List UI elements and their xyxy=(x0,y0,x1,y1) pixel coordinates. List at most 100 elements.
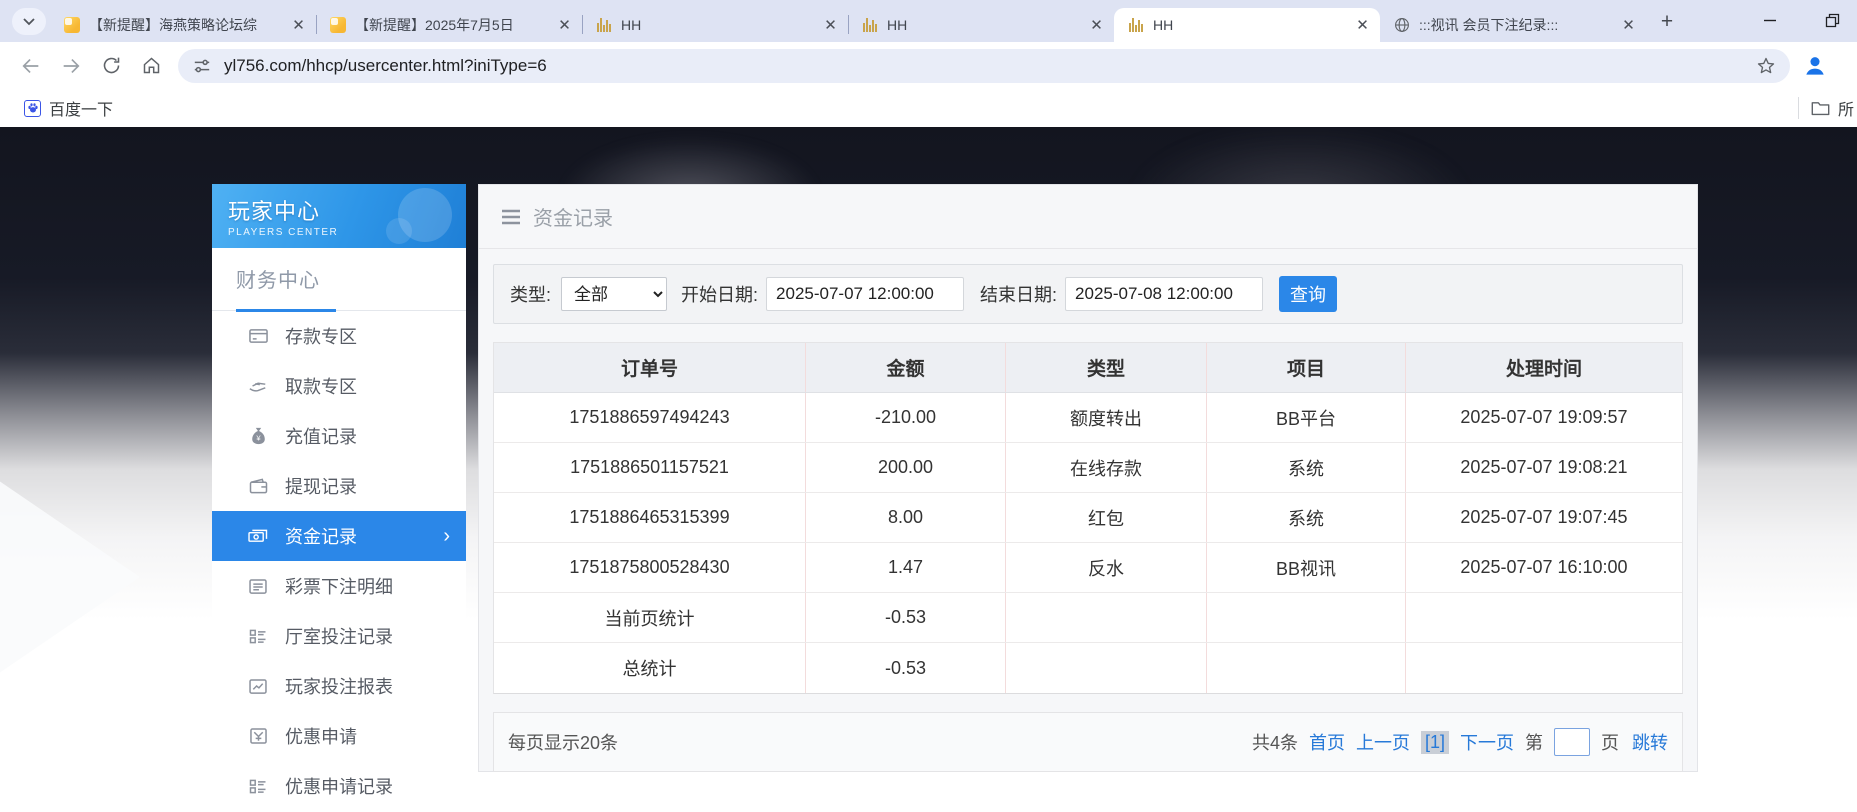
new-tab-button[interactable]: + xyxy=(1652,8,1682,36)
browser-tab[interactable]: HH✕ xyxy=(1114,8,1380,42)
table-cell: 2025-07-07 19:07:45 xyxy=(1405,493,1682,542)
table-cell: 1751886501157521 xyxy=(494,443,805,492)
chat-icon xyxy=(330,17,346,33)
jump-page-input[interactable] xyxy=(1554,728,1590,756)
table-cell: 2025-07-07 19:09:57 xyxy=(1405,393,1682,442)
chat-icon xyxy=(64,17,80,33)
tab-close-button[interactable]: ✕ xyxy=(1087,16,1106,35)
tab-close-button[interactable]: ✕ xyxy=(555,16,574,35)
sidebar-item-充值记录[interactable]: ¥充值记录 xyxy=(212,411,466,461)
hh-logo-icon xyxy=(597,18,611,32)
forward-button[interactable] xyxy=(54,49,88,83)
table-cell: -0.53 xyxy=(805,643,1005,693)
tab-search-button[interactable] xyxy=(12,8,46,35)
table-row: 当前页统计-0.53 xyxy=(494,593,1682,643)
first-page-link[interactable]: 首页 xyxy=(1309,729,1345,755)
table-cell: 2025-07-07 19:08:21 xyxy=(1405,443,1682,492)
table-cell: 反水 xyxy=(1005,543,1206,592)
browser-tab[interactable]: 【新提醒】2025年7月5日✕ xyxy=(316,8,582,42)
table-cell: 1.47 xyxy=(805,543,1005,592)
tab-strip: 【新提醒】海燕策略论坛综✕【新提醒】2025年7月5日✕HH✕HH✕HH✕:::… xyxy=(0,0,1857,42)
profile-avatar[interactable] xyxy=(1802,53,1828,79)
funds-table: 订单号金额类型项目处理时间1751886597494243-210.00额度转出… xyxy=(493,342,1683,694)
sidebar-banner: 玩家中心 PLAYERS CENTER xyxy=(212,184,466,248)
table-cell: 200.00 xyxy=(805,443,1005,492)
home-button[interactable] xyxy=(134,49,168,83)
table-cell: -210.00 xyxy=(805,393,1005,442)
browser-tab[interactable]: 【新提醒】海燕策略论坛综✕ xyxy=(50,8,316,42)
withdraw-hand-icon xyxy=(248,376,268,396)
table-row: 17518864653153998.00红包系统2025-07-07 19:07… xyxy=(494,493,1682,543)
table-cell: 总统计 xyxy=(494,643,805,693)
promo-list-icon xyxy=(248,776,268,796)
table-cell: 8.00 xyxy=(805,493,1005,542)
table-cell: -0.53 xyxy=(805,593,1005,642)
browser-tab[interactable]: HH✕ xyxy=(848,8,1114,42)
sidebar-item-label: 厅室投注记录 xyxy=(285,623,393,649)
sidebar-item-资金记录[interactable]: 资金记录› xyxy=(212,511,466,561)
bookmarks-bar: 百度一下 所 xyxy=(0,89,1857,127)
back-button[interactable] xyxy=(14,49,48,83)
sidebar-item-优惠申请[interactable]: 优惠申请 xyxy=(212,711,466,761)
browser-tab[interactable]: :::视讯 会员下注纪录:::✕ xyxy=(1380,8,1646,42)
tab-divider xyxy=(582,15,583,34)
start-date-input[interactable] xyxy=(766,277,964,311)
sidebar-item-label: 取款专区 xyxy=(285,373,357,399)
bookmark-label: 百度一下 xyxy=(49,96,113,120)
tab-title: HH xyxy=(887,17,1087,33)
table-cell: 当前页统计 xyxy=(494,593,805,642)
restore-button[interactable] xyxy=(1815,5,1849,35)
sidebar-item-厅室投注记录[interactable]: 厅室投注记录 xyxy=(212,611,466,661)
address-bar[interactable]: yl756.com/hhcp/usercenter.html?iniType=6 xyxy=(178,49,1790,83)
webpage-viewport: 玩家中心 PLAYERS CENTER 财务中心 存款专区取款专区¥充值记录提现… xyxy=(0,127,1857,812)
minimize-icon xyxy=(1763,13,1777,27)
end-date-label: 结束日期: xyxy=(980,281,1057,307)
all-bookmarks-label: 所 xyxy=(1838,96,1854,120)
tab-title: HH xyxy=(621,17,821,33)
all-bookmarks-button[interactable]: 所 xyxy=(1811,96,1857,120)
jump-button[interactable]: 跳转 xyxy=(1632,729,1668,755)
tab-title: 【新提醒】2025年7月5日 xyxy=(355,15,555,35)
prev-page-link[interactable]: 上一页 xyxy=(1356,729,1410,755)
table-cell xyxy=(1206,643,1405,693)
table-cell xyxy=(1206,593,1405,642)
url-text[interactable]: yl756.com/hhcp/usercenter.html?iniType=6 xyxy=(224,56,1752,76)
tab-divider xyxy=(848,15,849,34)
deposit-card-icon xyxy=(248,326,268,346)
tab-title: HH xyxy=(1153,17,1353,33)
gamepad-decor-icon xyxy=(386,218,412,244)
table-cell: 1751875800528430 xyxy=(494,543,805,592)
sidebar-item-取款专区[interactable]: 取款专区 xyxy=(212,361,466,411)
bookmark-item-baidu[interactable]: 百度一下 xyxy=(24,96,113,120)
table-cell xyxy=(1405,643,1682,693)
report-chart-icon xyxy=(248,676,268,696)
list-detail-icon xyxy=(248,576,268,596)
reload-button[interactable] xyxy=(94,49,128,83)
browser-tab[interactable]: HH✕ xyxy=(582,8,848,42)
site-settings-button[interactable] xyxy=(190,49,214,83)
tab-divider xyxy=(316,15,317,34)
minimize-button[interactable] xyxy=(1753,5,1787,35)
tab-close-button[interactable]: ✕ xyxy=(1353,16,1372,35)
type-select[interactable]: 全部 xyxy=(561,277,667,311)
tab-title: :::视讯 会员下注纪录::: xyxy=(1419,15,1619,35)
column-header: 金额 xyxy=(805,343,1005,392)
sidebar-item-玩家投注报表[interactable]: 玩家投注报表 xyxy=(212,661,466,711)
tab-close-button[interactable]: ✕ xyxy=(1619,16,1638,35)
next-page-link[interactable]: 下一页 xyxy=(1460,729,1514,755)
wallet-icon xyxy=(248,476,268,496)
sidebar-item-label: 彩票下注明细 xyxy=(285,573,393,599)
tab-close-button[interactable]: ✕ xyxy=(821,16,840,35)
table-row: 1751886501157521200.00在线存款系统2025-07-07 1… xyxy=(494,443,1682,493)
bookmark-star-button[interactable] xyxy=(1752,49,1780,83)
player-center-sidebar: 玩家中心 PLAYERS CENTER 财务中心 存款专区取款专区¥充值记录提现… xyxy=(212,184,466,812)
sidebar-item-存款专区[interactable]: 存款专区 xyxy=(212,311,466,361)
table-cell xyxy=(1005,593,1206,642)
total-count-text: 共4条 xyxy=(1252,729,1298,755)
end-date-input[interactable] xyxy=(1065,277,1263,311)
sidebar-item-提现记录[interactable]: 提现记录 xyxy=(212,461,466,511)
sidebar-item-优惠申请记录[interactable]: 优惠申请记录 xyxy=(212,761,466,811)
sidebar-item-彩票下注明细[interactable]: 彩票下注明细 xyxy=(212,561,466,611)
tab-close-button[interactable]: ✕ xyxy=(289,16,308,35)
search-button[interactable]: 查询 xyxy=(1279,276,1337,312)
